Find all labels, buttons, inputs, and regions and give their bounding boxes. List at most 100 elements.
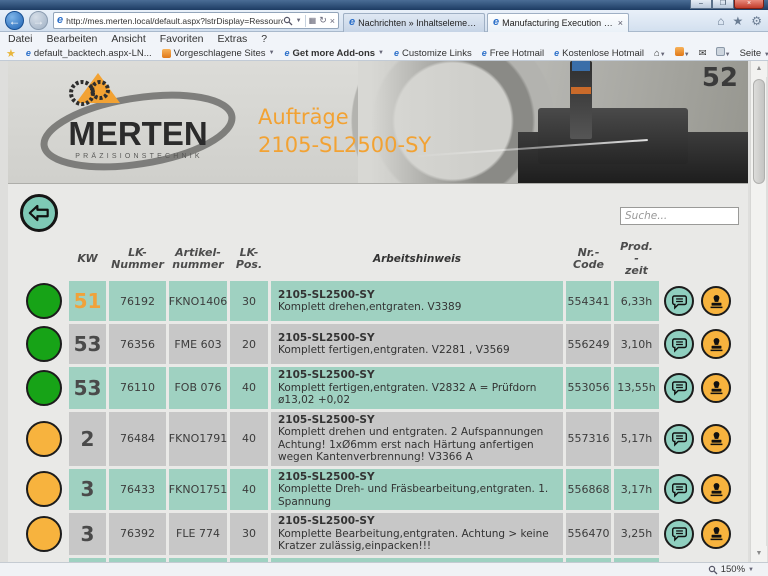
speech-bubble-icon bbox=[671, 293, 688, 310]
prod-zeit-cell: 3,17h bbox=[614, 469, 659, 511]
back-page-button[interactable] bbox=[20, 194, 58, 232]
tools-gear-icon[interactable]: ⚙ bbox=[751, 14, 762, 28]
header-lk-nummer: LK- Nummer bbox=[109, 241, 166, 277]
tab-close-icon[interactable]: × bbox=[618, 18, 623, 28]
menu-ansicht[interactable]: Ansicht bbox=[111, 33, 145, 45]
favorite-get-addons[interactable]: eGet more Add-ons▼ bbox=[285, 48, 384, 59]
favorite-kostenlose-hotmail[interactable]: eKostenlose Hotmail bbox=[554, 48, 644, 59]
prod-zeit-cell: 3,10h bbox=[614, 324, 659, 364]
menu-favoriten[interactable]: Favoriten bbox=[160, 33, 204, 45]
auftrag-title: 2105-SL2500-SY bbox=[278, 332, 375, 345]
command-seite[interactable]: Seite ▼ bbox=[740, 48, 768, 59]
stamp-button[interactable] bbox=[701, 329, 731, 359]
back-nav-button[interactable]: ← bbox=[5, 11, 24, 30]
menu-datei[interactable]: Datei bbox=[8, 33, 33, 45]
lk-nummer-cell: 76433 bbox=[109, 469, 166, 511]
ie-favicon: e bbox=[57, 15, 63, 26]
artikel-nummer-cell: FME 603 bbox=[169, 324, 227, 364]
comment-button[interactable] bbox=[664, 329, 694, 359]
stamp-button[interactable] bbox=[701, 474, 731, 504]
status-indicator bbox=[26, 283, 62, 319]
favorites-star-icon[interactable]: ★ bbox=[732, 14, 743, 28]
lk-pos-cell: 40 bbox=[230, 412, 268, 466]
zoom-magnifier-icon bbox=[708, 565, 718, 575]
scroll-up-icon[interactable]: ▲ bbox=[751, 61, 767, 77]
forward-nav-button[interactable]: → bbox=[29, 11, 48, 30]
table-row: 51 76192 FKNO1406 30 2105-SL2500-SY Komp… bbox=[22, 281, 748, 321]
nr-code-cell: 554341 bbox=[566, 281, 611, 321]
status-indicator bbox=[26, 471, 62, 507]
maximize-button[interactable]: ❐ bbox=[712, 0, 734, 9]
tab-mes[interactable]: e Manufacturing Execution S... × bbox=[487, 13, 629, 32]
auftrag-title: 2105-SL2500-SY bbox=[278, 414, 375, 427]
comment-button[interactable] bbox=[664, 286, 694, 316]
stamp-icon bbox=[708, 481, 725, 498]
home-icon[interactable]: ⌂▼ bbox=[654, 48, 666, 59]
address-bar[interactable]: e ▼ ▦ ↻ × bbox=[53, 12, 339, 29]
nr-code-cell: 556249 bbox=[566, 324, 611, 364]
auftrag-title: 2105-SL2500-SY bbox=[278, 289, 375, 302]
scroll-down-icon[interactable]: ▼ bbox=[751, 546, 767, 562]
print-icon[interactable]: ▼ bbox=[716, 47, 731, 59]
comment-button[interactable] bbox=[664, 474, 694, 504]
auftrag-note: Komplett drehen und entgraten. 2 Aufspan… bbox=[278, 426, 556, 464]
zoom-caret-icon[interactable]: ▼ bbox=[748, 567, 754, 573]
lk-pos-cell: 30 bbox=[230, 513, 268, 555]
auftrag-note: Komplette Dreh- und Fräsbearbeitung,entg… bbox=[278, 483, 556, 508]
nr-code-cell: 556470 bbox=[566, 513, 611, 555]
lk-nummer-cell: 76356 bbox=[109, 324, 166, 364]
tab-nachrichten[interactable]: e Nachrichten » Inhaltselement I... bbox=[343, 13, 485, 32]
comment-button[interactable] bbox=[664, 424, 694, 454]
search-input[interactable] bbox=[620, 207, 739, 225]
auftrag-title: 2105-SL2500-SY bbox=[278, 515, 375, 528]
suggested-sites-icon bbox=[162, 49, 171, 58]
lk-nummer-cell: 76484 bbox=[109, 412, 166, 466]
close-button[interactable]: × bbox=[734, 0, 764, 9]
page-header: 52 MERTEN PRÄZISIONSTECHNIK Aufträge 210… bbox=[8, 61, 748, 184]
nr-code-cell: 557316 bbox=[566, 412, 611, 466]
kw-cell: 2 bbox=[69, 412, 106, 466]
feed-icon[interactable]: ▼ bbox=[675, 47, 690, 59]
menu-extras[interactable]: Extras bbox=[218, 33, 248, 45]
search-icon[interactable] bbox=[283, 16, 293, 26]
status-bar: 150% ▼ bbox=[0, 562, 768, 576]
kw-cell: 53 bbox=[69, 324, 106, 364]
speech-bubble-icon bbox=[671, 379, 688, 396]
stop-icon[interactable]: × bbox=[330, 16, 335, 26]
compatibility-icon[interactable]: ▦ bbox=[309, 16, 317, 25]
ie-favicon: e bbox=[285, 48, 290, 58]
home-icon[interactable]: ⌂ bbox=[717, 14, 724, 28]
favorite-customize-links[interactable]: eCustomize Links bbox=[394, 48, 472, 59]
stamp-icon bbox=[708, 379, 725, 396]
menu-hilfe[interactable]: ? bbox=[261, 33, 267, 45]
menu-bearbeiten[interactable]: Bearbeiten bbox=[47, 33, 98, 45]
status-indicator bbox=[26, 326, 62, 362]
mail-icon[interactable]: ✉ bbox=[699, 48, 707, 59]
scrollbar-thumb[interactable] bbox=[753, 79, 765, 184]
url-input[interactable] bbox=[66, 16, 283, 26]
refresh-icon[interactable]: ↻ bbox=[319, 15, 327, 26]
lk-nummer-cell: 76110 bbox=[109, 367, 166, 409]
comment-button[interactable] bbox=[664, 519, 694, 549]
favorite-vorgeschlagene-sites[interactable]: Vorgeschlagene Sites▼ bbox=[162, 48, 275, 59]
favorite-default-backtech[interactable]: edefault_backtech.aspx-LN... bbox=[26, 48, 152, 59]
table-header-row: KW LK- Nummer Artikel- nummer LK- Pos. A… bbox=[22, 241, 748, 277]
tab-bar: e Nachrichten » Inhaltselement I... e Ma… bbox=[343, 10, 631, 32]
minimize-button[interactable]: – bbox=[690, 0, 712, 9]
stamp-button[interactable] bbox=[701, 519, 731, 549]
stamp-button[interactable] bbox=[701, 286, 731, 316]
stamp-button[interactable] bbox=[701, 424, 731, 454]
table-row: 3 76392 FLE 774 30 2105-SL2500-SY Komple… bbox=[22, 513, 748, 555]
favorites-add-star-icon[interactable]: ★ bbox=[6, 47, 16, 60]
favorite-free-hotmail[interactable]: eFree Hotmail bbox=[482, 48, 544, 59]
auftrag-title: 2105-SL2500-SY bbox=[278, 471, 375, 484]
zoom-control[interactable]: 150% ▼ bbox=[708, 564, 754, 575]
stamp-button[interactable] bbox=[701, 373, 731, 403]
window-titlebar: – ❐ × bbox=[0, 0, 768, 10]
vertical-scrollbar[interactable]: ▲ ▼ bbox=[750, 61, 766, 562]
stamp-icon bbox=[708, 293, 725, 310]
comment-button[interactable] bbox=[664, 373, 694, 403]
status-indicator bbox=[26, 421, 62, 457]
search-dropdown-caret-icon[interactable]: ▼ bbox=[296, 18, 302, 24]
prod-zeit-cell: 3,25h bbox=[614, 513, 659, 555]
